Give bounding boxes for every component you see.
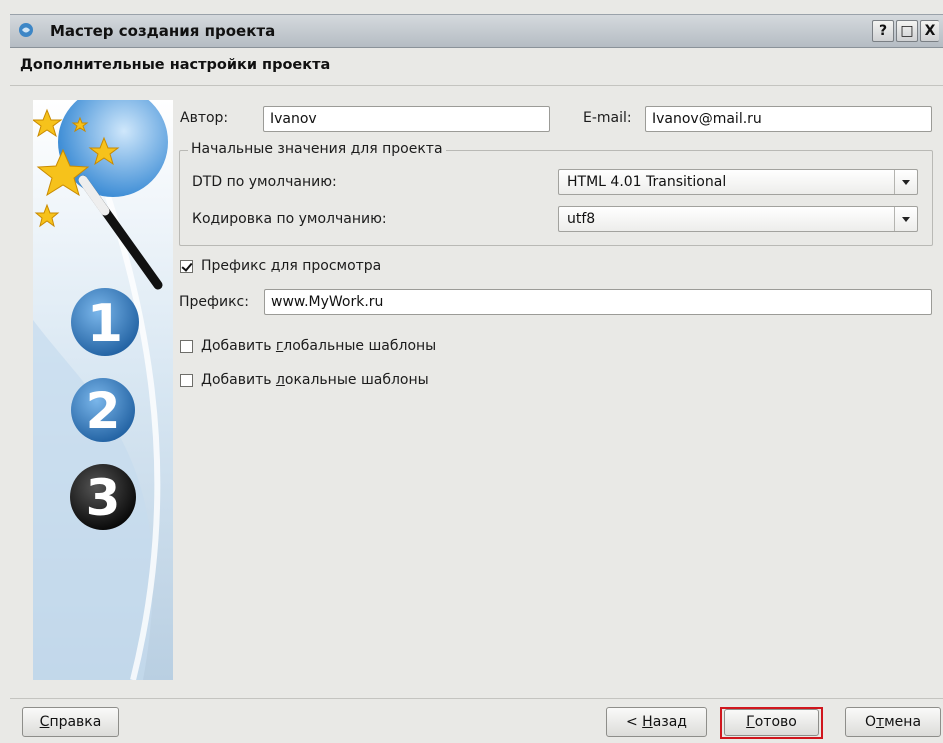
dtd-select[interactable]: HTML 4.01 Transitional [558, 169, 918, 195]
help-icon[interactable]: ? [872, 20, 894, 42]
back-button[interactable]: < Назад [606, 707, 707, 737]
chevron-down-icon[interactable] [894, 170, 917, 194]
prefix-field[interactable]: www.MyWork.ru [264, 289, 932, 315]
group-title: Начальные значения для проекта [188, 141, 446, 157]
local-templates-label[interactable]: Добавить локальные шаблоны [201, 372, 429, 388]
page-title: Дополнительные настройки проекта [20, 57, 331, 73]
step-1-icon: 1 [71, 288, 139, 356]
author-label: Автор: [180, 110, 229, 126]
prefix-label: Префикс: [179, 294, 249, 310]
cancel-button[interactable]: Отмена [845, 707, 941, 737]
email-label: E-mail: [583, 110, 632, 126]
close-icon[interactable]: X [920, 20, 939, 42]
step-3-icon: 3 [70, 464, 136, 530]
footer-divider [10, 698, 943, 699]
preview-prefix-checkbox[interactable] [180, 260, 193, 273]
page-header: Дополнительные настройки проекта [10, 47, 943, 86]
wizard-illustration: 1 2 3 [33, 100, 173, 680]
maximize-icon[interactable]: □ [896, 20, 918, 42]
svg-text:1: 1 [87, 294, 123, 354]
encoding-select[interactable]: utf8 [558, 206, 918, 232]
global-templates-checkbox[interactable] [180, 340, 193, 353]
title-bar: Мастер создания проекта ? □ X [10, 14, 943, 48]
encoding-select-value: utf8 [567, 211, 596, 227]
app-icon [19, 23, 33, 37]
svg-text:3: 3 [86, 469, 121, 527]
email-field[interactable]: Ivanov@mail.ru [645, 106, 932, 132]
global-templates-label[interactable]: Добавить глобальные шаблоны [201, 338, 436, 354]
preview-prefix-label[interactable]: Префикс для просмотра [201, 258, 381, 274]
highlight-box [720, 707, 823, 739]
dtd-label: DTD по умолчанию: [192, 174, 337, 190]
step-2-icon: 2 [71, 378, 135, 442]
chevron-down-icon[interactable] [894, 207, 917, 231]
encoding-label: Кодировка по умолчанию: [192, 211, 387, 227]
dtd-select-value: HTML 4.01 Transitional [567, 174, 727, 190]
local-templates-checkbox[interactable] [180, 374, 193, 387]
window-title: Мастер создания проекта [50, 22, 276, 40]
help-button[interactable]: Справка [22, 707, 119, 737]
author-field[interactable]: Ivanov [263, 106, 550, 132]
svg-text:2: 2 [86, 382, 121, 440]
